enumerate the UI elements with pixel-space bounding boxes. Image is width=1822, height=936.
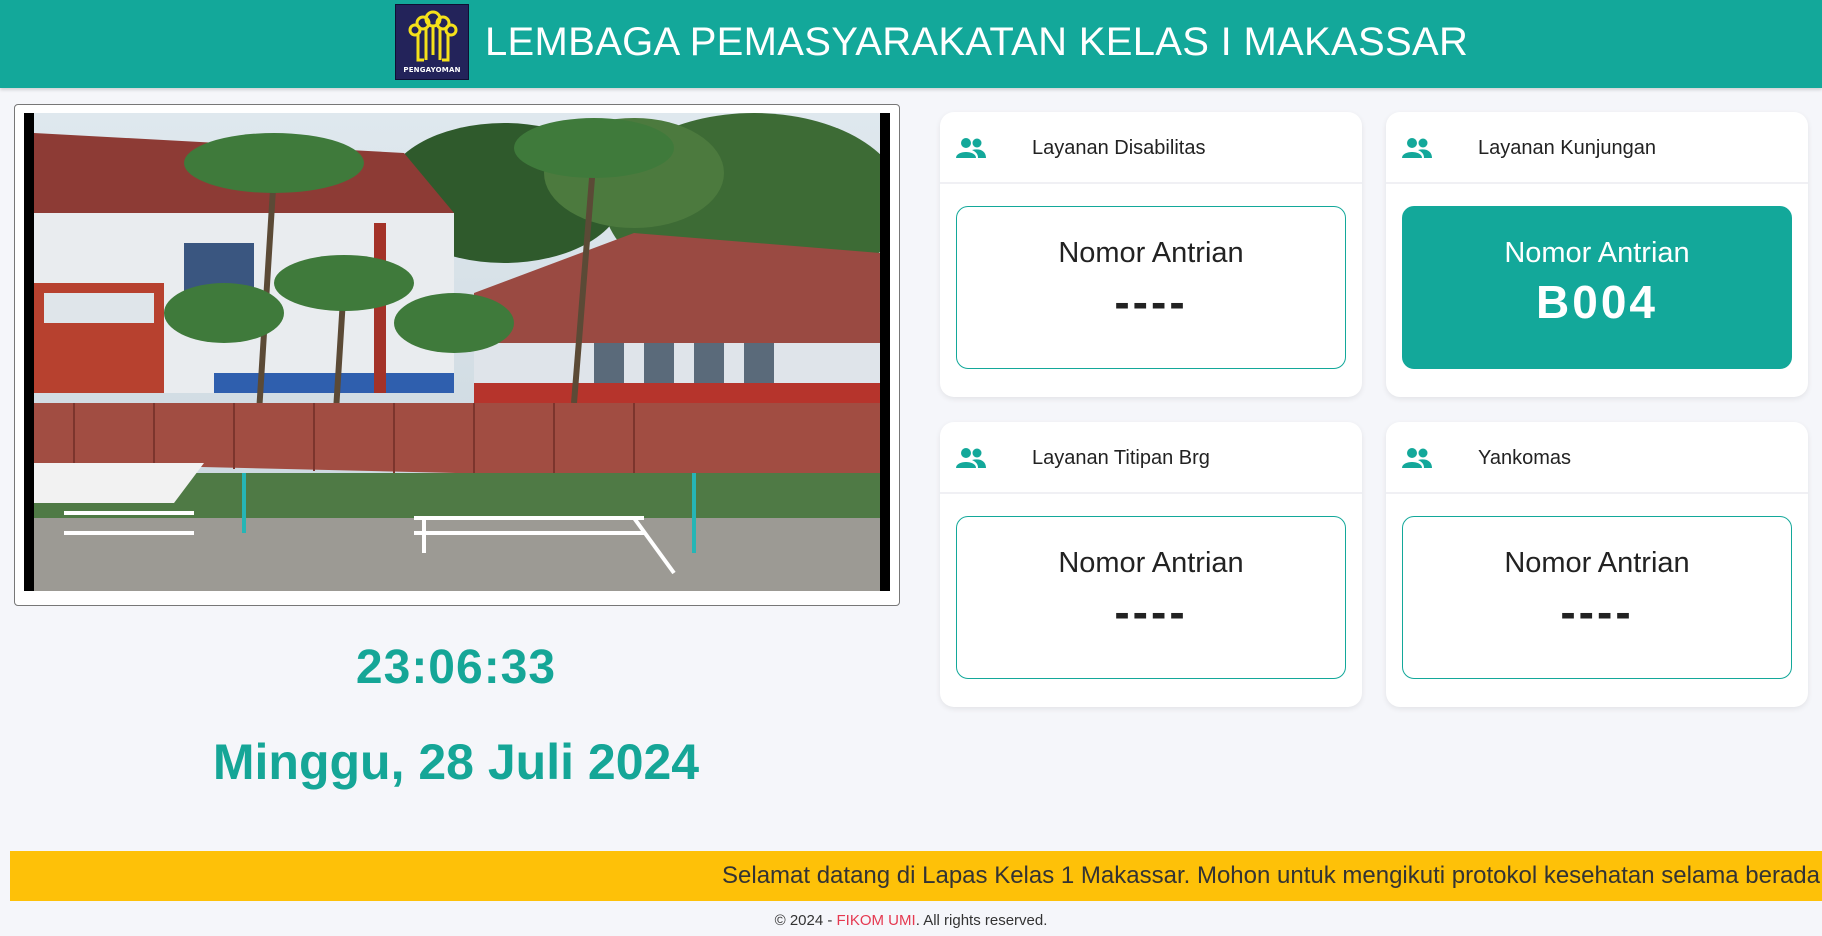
- footer-rights: . All rights reserved.: [915, 912, 1048, 929]
- pengayoman-emblem-icon: [408, 10, 458, 62]
- footer-brand-link[interactable]: FIKOM UMI: [837, 912, 916, 929]
- queue-box: Nomor Antrian ----: [956, 206, 1346, 369]
- service-title: Layanan Kunjungan: [1478, 137, 1656, 159]
- service-card-titipan-brg: Layanan Titipan Brg Nomor Antrian ----: [940, 422, 1362, 707]
- queue-label: Nomor Antrian: [1504, 547, 1690, 579]
- facility-scene-image: [34, 113, 880, 591]
- users-icon: [1402, 448, 1432, 468]
- queue-number: ----: [1114, 276, 1188, 328]
- service-card-kunjungan: Layanan Kunjungan Nomor Antrian B004: [1386, 112, 1808, 397]
- queue-number: ----: [1560, 586, 1634, 638]
- footer: © 2024 - FIKOM UMI. All rights reserved.: [0, 912, 1822, 929]
- card-header: Layanan Titipan Brg: [940, 422, 1362, 494]
- queue-box: Nomor Antrian ----: [1402, 516, 1792, 679]
- logo-text: PENGAYOMAN: [403, 66, 461, 74]
- queue-box-active: Nomor Antrian B004: [1402, 206, 1792, 369]
- clock-time: 23:06:33: [355, 641, 557, 694]
- pengayoman-logo: PENGAYOMAN: [395, 4, 469, 80]
- users-icon: [1402, 138, 1432, 158]
- page-title: LEMBAGA PEMASYARAKATAN KELAS I MAKASSAR: [485, 20, 1469, 64]
- users-icon: [956, 448, 986, 468]
- service-title: Layanan Disabilitas: [1032, 137, 1206, 159]
- queue-label: Nomor Antrian: [1058, 547, 1244, 579]
- card-header: Layanan Kunjungan: [1386, 112, 1808, 184]
- queue-box: Nomor Antrian ----: [956, 516, 1346, 679]
- card-header: Yankomas: [1386, 422, 1808, 494]
- video-panel: [14, 104, 900, 606]
- clock-date: Minggu, 28 Juli 2024: [212, 734, 700, 790]
- service-title: Layanan Titipan Brg: [1032, 447, 1210, 469]
- service-card-yankomas: Yankomas Nomor Antrian ----: [1386, 422, 1808, 707]
- facility-video[interactable]: [24, 113, 890, 591]
- queue-number: B004: [1536, 276, 1658, 328]
- service-card-disabilitas: Layanan Disabilitas Nomor Antrian ----: [940, 112, 1362, 397]
- service-title: Yankomas: [1478, 447, 1572, 469]
- footer-copyright: © 2024 -: [774, 912, 837, 929]
- queue-number: ----: [1114, 586, 1188, 638]
- announcement-ticker: Selamat datang di Lapas Kelas 1 Makassar…: [10, 851, 1822, 901]
- queue-label: Nomor Antrian: [1504, 237, 1690, 269]
- header-bar: PENGAYOMAN LEMBAGA PEMASYARAKATAN KELAS …: [0, 0, 1822, 88]
- card-header: Layanan Disabilitas: [940, 112, 1362, 184]
- ticker-text: Selamat datang di Lapas Kelas 1 Makassar…: [722, 862, 1820, 889]
- queue-label: Nomor Antrian: [1058, 237, 1244, 269]
- users-icon: [956, 138, 986, 158]
